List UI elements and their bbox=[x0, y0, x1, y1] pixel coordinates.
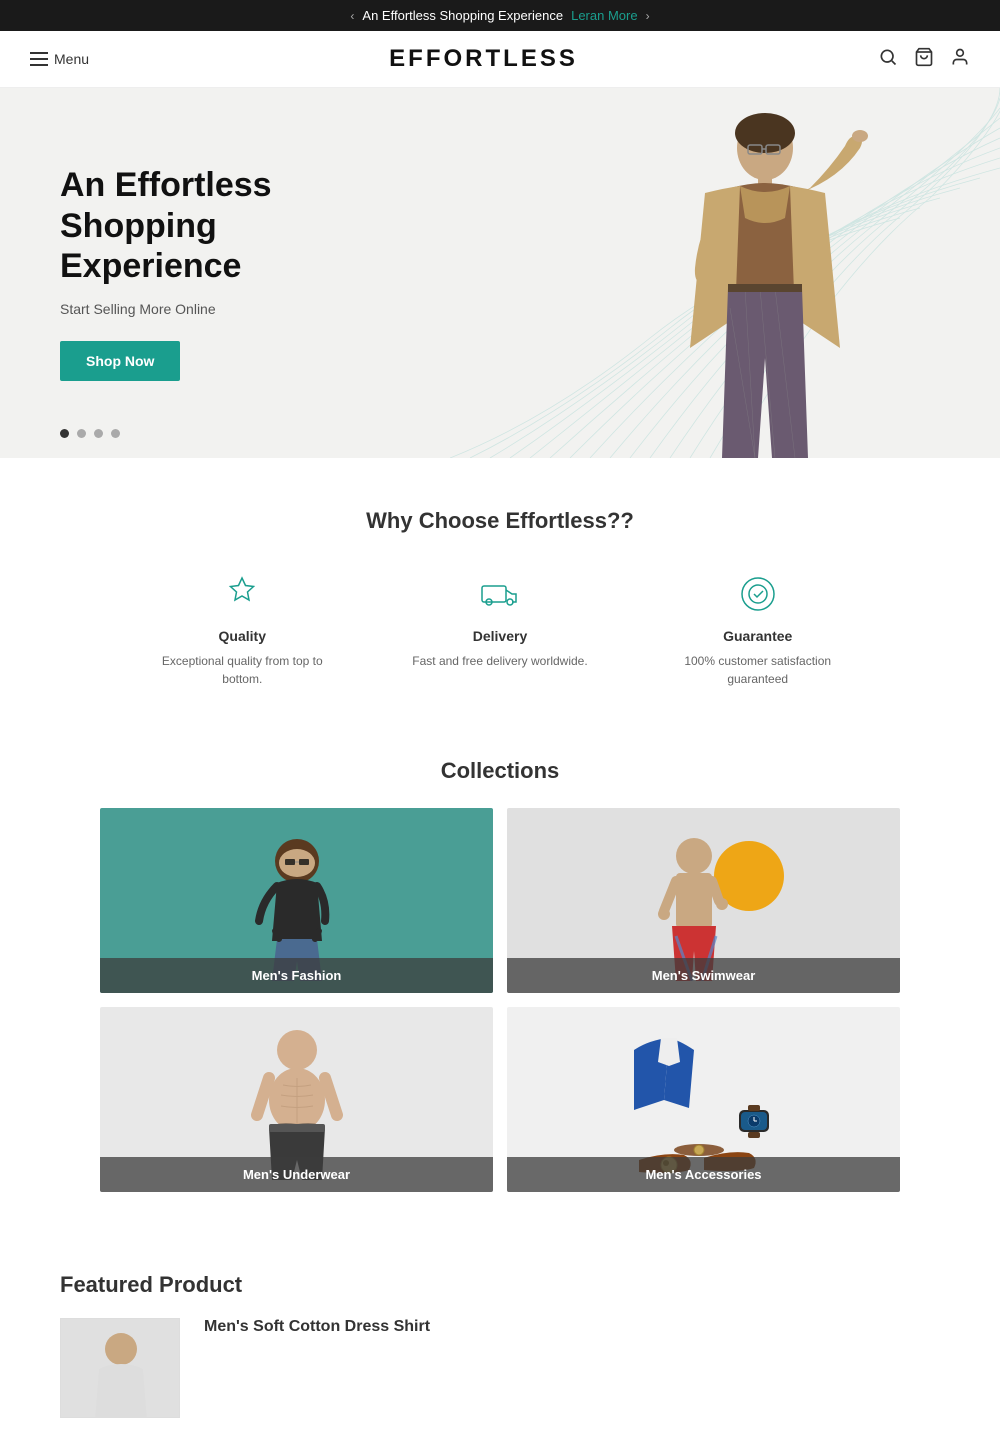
quality-title: Quality bbox=[152, 628, 332, 644]
cart-icon[interactable] bbox=[914, 47, 934, 72]
featured-product: Men's Soft Cotton Dress Shirt bbox=[60, 1318, 940, 1418]
prev-arrow[interactable]: ‹ bbox=[350, 9, 354, 23]
guarantee-icon bbox=[668, 574, 848, 614]
delivery-title: Delivery bbox=[412, 628, 587, 644]
collections-title: Collections bbox=[100, 758, 900, 784]
collection-label-swimwear: Men's Swimwear bbox=[507, 958, 900, 993]
featured-product-thumbnail[interactable] bbox=[60, 1318, 180, 1418]
collections-section: Collections bbox=[0, 738, 1000, 1242]
announcement-bar: ‹ An Effortless Shopping Experience Lera… bbox=[0, 0, 1000, 31]
menu-toggle[interactable]: Menu bbox=[30, 51, 89, 67]
menu-label: Menu bbox=[54, 51, 89, 67]
quality-desc: Exceptional quality from top to bottom. bbox=[152, 652, 332, 688]
featured-title: Featured Product bbox=[60, 1272, 940, 1298]
collection-label-fashion: Men's Fashion bbox=[100, 958, 493, 993]
delivery-icon bbox=[412, 574, 587, 614]
header-icons bbox=[878, 47, 970, 72]
delivery-desc: Fast and free delivery worldwide. bbox=[412, 652, 587, 670]
guarantee-desc: 100% customer satisfaction guaranteed bbox=[668, 652, 848, 688]
user-icon[interactable] bbox=[950, 47, 970, 72]
hero-subtitle: Start Selling More Online bbox=[60, 301, 340, 317]
why-card-delivery: Delivery Fast and free delivery worldwid… bbox=[412, 574, 587, 688]
guarantee-title: Guarantee bbox=[668, 628, 848, 644]
announcement-text: An Effortless Shopping Experience bbox=[362, 8, 563, 23]
hero-image bbox=[560, 88, 940, 458]
learn-more-link[interactable]: Leran More bbox=[571, 8, 637, 23]
hero-section: An Effortless Shopping Experience Start … bbox=[0, 88, 1000, 458]
collection-mens-accessories[interactable]: Men's Accessories bbox=[507, 1007, 900, 1192]
featured-product-name: Men's Soft Cotton Dress Shirt bbox=[204, 1318, 940, 1336]
hero-title: An Effortless Shopping Experience bbox=[60, 165, 340, 287]
why-card-quality: Quality Exceptional quality from top to … bbox=[152, 574, 332, 688]
collections-grid: Men's Fashion bbox=[100, 808, 900, 1192]
why-card-guarantee: Guarantee 100% customer satisfaction gua… bbox=[668, 574, 848, 688]
hamburger-icon bbox=[30, 52, 48, 66]
collection-label-accessories: Men's Accessories bbox=[507, 1157, 900, 1192]
collection-mens-underwear[interactable]: Men's Underwear bbox=[100, 1007, 493, 1192]
hero-content: An Effortless Shopping Experience Start … bbox=[0, 105, 400, 441]
why-cards: Quality Exceptional quality from top to … bbox=[60, 574, 940, 688]
why-section: Why Choose Effortless?? Quality Exceptio… bbox=[0, 458, 1000, 738]
next-arrow[interactable]: › bbox=[646, 9, 650, 23]
site-logo[interactable]: EFFORTLESS bbox=[389, 45, 578, 73]
quality-icon bbox=[152, 574, 332, 614]
why-title: Why Choose Effortless?? bbox=[60, 508, 940, 534]
featured-section: Featured Product Men's Soft Cotton Dress… bbox=[0, 1242, 1000, 1438]
collection-mens-fashion[interactable]: Men's Fashion bbox=[100, 808, 493, 993]
collection-label-underwear: Men's Underwear bbox=[100, 1157, 493, 1192]
shop-now-button[interactable]: Shop Now bbox=[60, 341, 180, 381]
collection-mens-swimwear[interactable]: Men's Swimwear bbox=[507, 808, 900, 993]
search-icon[interactable] bbox=[878, 47, 898, 72]
featured-product-info: Men's Soft Cotton Dress Shirt bbox=[204, 1318, 940, 1336]
header: Menu EFFORTLESS bbox=[0, 31, 1000, 88]
